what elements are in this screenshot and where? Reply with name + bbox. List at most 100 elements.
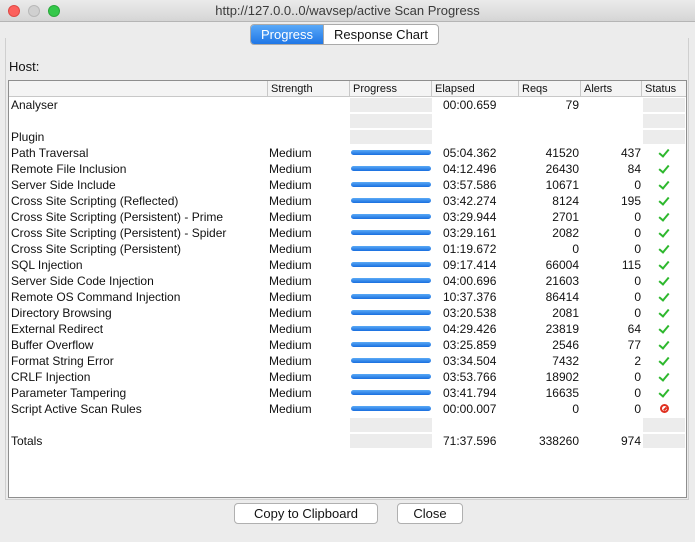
table-row[interactable]: Path Traversal Medium 05:04.362 41520 437 [9, 145, 686, 161]
column-header-reqs[interactable]: Reqs [518, 81, 580, 97]
plugin-strength: Medium [269, 290, 312, 304]
status-cell [643, 161, 685, 177]
title-bar: http://127.0.0..0/wavsep/active Scan Pro… [0, 0, 695, 22]
totals-alerts: 974 [620, 434, 641, 448]
table-row[interactable]: Remote OS Command Injection Medium 10:37.3… [9, 289, 686, 305]
plugin-alerts: 0 [634, 210, 641, 224]
status-cell [643, 273, 685, 289]
plugin-header-label: Plugin [11, 130, 45, 144]
check-icon [658, 146, 670, 158]
plugin-strength: Medium [269, 162, 312, 176]
progress-cell [350, 369, 432, 385]
plugin-alerts: 77 [627, 338, 641, 352]
table-row[interactable]: Cross Site Scripting (Persistent) - Prim… [9, 209, 686, 225]
plugin-name: Cross Site Scripting (Persistent) - Spid… [11, 226, 227, 240]
totals-elapsed: 71:37.596 [443, 434, 497, 448]
table-row[interactable]: Server Side Include Medium 03:57.586 10671 0 [9, 177, 686, 193]
column-header-alerts[interactable]: Alerts [580, 81, 641, 97]
progress-cell [350, 161, 432, 177]
status-cell [643, 305, 685, 321]
progress-cell [350, 193, 432, 209]
progress-bar [351, 326, 431, 331]
table-row[interactable]: Cross Site Scripting (Persistent) Medium 0… [9, 241, 686, 257]
table-row[interactable]: Buffer Overflow Medium 03:25.859 2546 77 [9, 337, 686, 353]
plugin-alerts: 0 [634, 306, 641, 320]
plugin-elapsed: 00:00.007 [443, 402, 497, 416]
plugin-reqs: 0 [572, 402, 579, 416]
check-icon [658, 322, 670, 334]
plugin-alerts: 0 [634, 370, 641, 384]
table-row[interactable]: Remote File Inclusion Medium 04:12.496 2643… [9, 161, 686, 177]
progress-bar [351, 374, 431, 379]
plugin-strength: Medium [269, 258, 312, 272]
column-header-status[interactable]: Status [641, 81, 686, 97]
table-row[interactable]: Cross Site Scripting (Persistent) - Spid… [9, 225, 686, 241]
scan-progress-table[interactable]: Strength Progress Elapsed Reqs Alerts St… [8, 80, 687, 498]
table-row[interactable]: External Redirect Medium 04:29.426 23819 64 [9, 321, 686, 337]
column-header-plugin[interactable] [9, 81, 267, 97]
copy-to-clipboard-button[interactable]: Copy to Clipboard [234, 503, 378, 524]
plugin-reqs: 2701 [552, 210, 579, 224]
plugin-elapsed: 03:41.794 [443, 386, 497, 400]
column-header-elapsed[interactable]: Elapsed [431, 81, 518, 97]
tab-response-chart[interactable]: Response Chart [323, 25, 438, 44]
progress-bar [351, 294, 431, 299]
plugin-name: Remote File Inclusion [11, 162, 127, 176]
analyser-row[interactable]: Analyser 00:00.659 79 [9, 97, 686, 113]
plugin-elapsed: 04:12.496 [443, 162, 497, 176]
plugin-alerts: 0 [634, 402, 641, 416]
check-icon [658, 178, 670, 190]
column-header-progress[interactable]: Progress [349, 81, 431, 97]
progress-bar [351, 198, 431, 203]
plugin-reqs: 86414 [545, 290, 579, 304]
plugin-name: Path Traversal [11, 146, 89, 160]
check-icon [658, 258, 670, 270]
plugin-elapsed: 03:53.766 [443, 370, 497, 384]
check-icon [658, 162, 670, 174]
table-row[interactable]: CRLF Injection Medium 03:53.766 18902 0 [9, 369, 686, 385]
plugin-alerts: 2 [634, 354, 641, 368]
check-icon [658, 194, 670, 206]
totals-row[interactable]: Totals 71:37.596 338260 974 [9, 433, 686, 449]
check-icon [658, 338, 670, 350]
status-cell [643, 385, 685, 401]
plugin-name: External Redirect [11, 322, 104, 336]
table-row[interactable]: Server Side Code Injection Medium 04:00.69… [9, 273, 686, 289]
plugin-name: Cross Site Scripting (Reflected) [11, 194, 179, 208]
plugin-elapsed: 05:04.362 [443, 146, 497, 160]
column-header-strength[interactable]: Strength [267, 81, 349, 97]
progress-cell [350, 434, 432, 448]
table-row[interactable]: Format String Error Medium 03:34.504 7432 2 [9, 353, 686, 369]
table-row[interactable]: SQL Injection Medium 09:17.414 66004 115 [9, 257, 686, 273]
plugin-name: Script Active Scan Rules [11, 402, 142, 416]
plugin-reqs: 26430 [545, 162, 579, 176]
progress-bar [351, 406, 431, 411]
plugin-name: Format String Error [11, 354, 114, 368]
table-row[interactable]: Directory Browsing Medium 03:20.538 2081 0 [9, 305, 686, 321]
plugin-reqs: 10671 [545, 178, 579, 192]
status-cell [643, 98, 685, 112]
plugin-elapsed: 09:17.414 [443, 258, 497, 272]
status-cell [643, 257, 685, 273]
table-row[interactable]: Script Active Scan Rules Medium 00:00.007 0… [9, 401, 686, 417]
status-cell [643, 114, 685, 128]
status-cell [643, 177, 685, 193]
table-row[interactable]: Parameter Tampering Medium 03:41.794 16635 0 [9, 385, 686, 401]
plugin-reqs: 7432 [552, 354, 579, 368]
status-cell [643, 130, 685, 144]
progress-bar [351, 342, 431, 347]
plugin-elapsed: 01:19.672 [443, 242, 497, 256]
plugin-name: Buffer Overflow [11, 338, 94, 352]
tab-progress[interactable]: Progress [251, 25, 324, 44]
plugin-alerts: 0 [634, 242, 641, 256]
plugin-strength: Medium [269, 338, 312, 352]
plugin-alerts: 84 [627, 162, 641, 176]
progress-cell [350, 257, 432, 273]
totals-label: Totals [11, 434, 43, 448]
progress-cell [350, 305, 432, 321]
plugin-header-row: Plugin [9, 129, 686, 145]
close-button[interactable]: Close [397, 503, 463, 524]
check-icon [658, 242, 670, 254]
table-row[interactable]: Cross Site Scripting (Reflected) Medium 03… [9, 193, 686, 209]
plugin-alerts: 0 [634, 226, 641, 240]
